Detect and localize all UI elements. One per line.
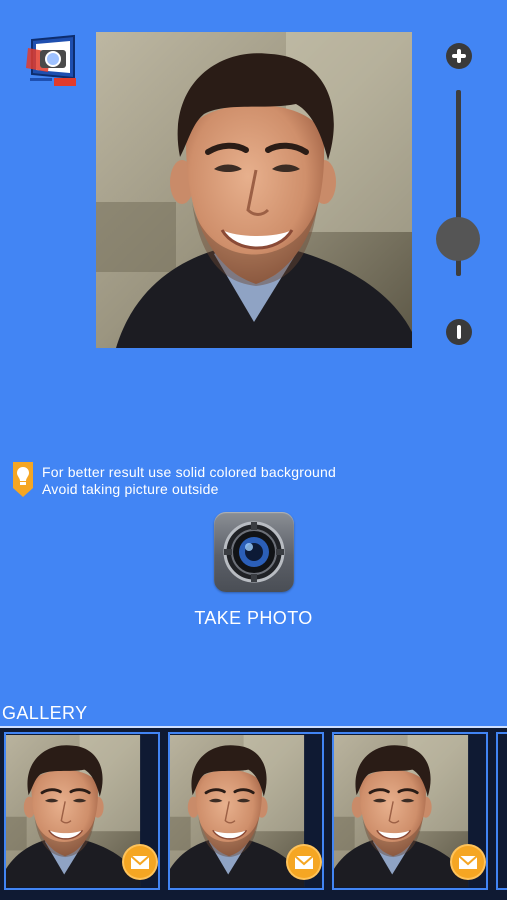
- take-photo-button[interactable]: [214, 512, 294, 592]
- mail-icon[interactable]: [124, 846, 156, 878]
- mail-icon[interactable]: [288, 846, 320, 878]
- tip-text-line-1: For better result use solid colored back…: [42, 464, 337, 480]
- gallery-thumbnail[interactable]: [4, 732, 160, 890]
- minus-circle-icon[interactable]: [446, 319, 472, 345]
- gallery-title: GALLERY: [2, 703, 88, 723]
- gallery-thumbnail[interactable]: [168, 732, 324, 890]
- gallery-strip[interactable]: [0, 728, 507, 900]
- gallery-thumbnail-partial[interactable]: [496, 732, 507, 890]
- take-photo-label[interactable]: TAKE PHOTO: [0, 608, 507, 629]
- plus-circle-icon[interactable]: [446, 43, 472, 69]
- portrait-photo: [96, 32, 412, 348]
- camera-frame-logo-icon: [26, 32, 80, 88]
- tip-text-line-2: Avoid taking picture outside: [42, 481, 219, 497]
- camera-lens-icon: [223, 521, 285, 583]
- zoom-slider-thumb[interactable]: [436, 217, 480, 261]
- lightbulb-icon: [11, 460, 35, 498]
- gallery-thumbnail[interactable]: [332, 732, 488, 890]
- photo-preview: [96, 32, 412, 348]
- mail-icon[interactable]: [452, 846, 484, 878]
